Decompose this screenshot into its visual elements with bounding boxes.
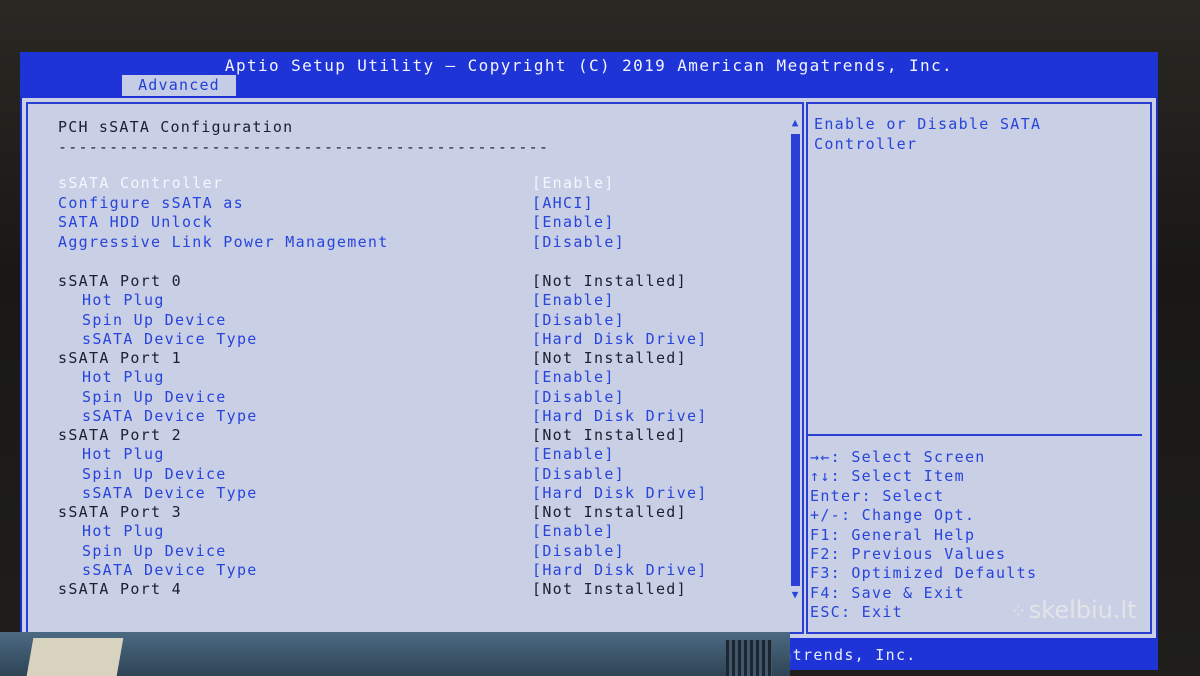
port-status-row: sSATA Port 1 [Not Installed]: [28, 349, 788, 368]
setting-label: sSATA Port 2: [58, 426, 182, 444]
setting-value[interactable]: [Enable]: [532, 174, 615, 192]
help-divider: [808, 434, 1142, 436]
setting-row[interactable]: sSATA Device Type [Hard Disk Drive]: [28, 407, 788, 426]
setting-value[interactable]: [Enable]: [532, 291, 615, 309]
setting-label: sSATA Device Type: [82, 407, 258, 425]
setting-value: [Not Installed]: [532, 426, 687, 444]
key-hint: F2: Previous Values: [810, 544, 1007, 563]
setting-value[interactable]: [Enable]: [532, 213, 615, 231]
setting-value[interactable]: [Disable]: [532, 542, 625, 560]
setting-value[interactable]: [AHCI]: [532, 194, 594, 212]
setting-label: Spin Up Device: [82, 311, 227, 329]
setting-value[interactable]: [Enable]: [532, 368, 615, 386]
setting-value: [Not Installed]: [532, 580, 687, 598]
setting-label: SATA HDD Unlock: [58, 213, 213, 231]
app-title: Aptio Setup Utility – Copyright (C) 2019…: [224, 56, 954, 75]
setting-row[interactable]: SATA HDD Unlock [Enable]: [28, 213, 788, 232]
setting-row[interactable]: sSATA Device Type [Hard Disk Drive]: [28, 561, 788, 580]
bios-screen: Aptio Setup Utility – Copyright (C) 2019…: [20, 52, 1158, 670]
setting-label: Hot Plug: [82, 445, 165, 463]
setting-row[interactable]: Hot Plug [Enable]: [28, 368, 788, 387]
setting-value[interactable]: [Disable]: [532, 311, 625, 329]
setting-value[interactable]: [Enable]: [532, 522, 615, 540]
setting-value[interactable]: [Hard Disk Drive]: [532, 484, 708, 502]
setting-row[interactable]: Hot Plug [Enable]: [28, 522, 788, 541]
key-hint: Enter: Select: [810, 486, 945, 505]
content-panel: PCH sSATA Configuration ----------------…: [22, 96, 1156, 638]
setting-value[interactable]: [Hard Disk Drive]: [532, 561, 708, 579]
port-status-row: sSATA Port 4 [Not Installed]: [28, 580, 788, 599]
setting-value[interactable]: [Enable]: [532, 445, 615, 463]
setting-label: Configure sSATA as: [58, 194, 244, 212]
port-status-row: sSATA Port 0 [Not Installed]: [28, 272, 788, 291]
key-hint: F1: General Help: [810, 525, 976, 544]
setting-row[interactable]: sSATA Device Type [Hard Disk Drive]: [28, 330, 788, 349]
setting-row[interactable]: Spin Up Device [Disable]: [28, 465, 788, 484]
settings-pane: PCH sSATA Configuration ----------------…: [26, 102, 804, 634]
title-divider: ----------------------------------------…: [58, 138, 550, 156]
scrollbar[interactable]: ▲ ▼: [788, 116, 802, 602]
setting-value[interactable]: [Disable]: [532, 465, 625, 483]
help-description: Enable or Disable SATA Controller: [814, 115, 1042, 153]
port-status-row: sSATA Port 3 [Not Installed]: [28, 503, 788, 522]
footer-copyright: gatrends, Inc.: [772, 646, 917, 664]
port-status-row: sSATA Port 2 [Not Installed]: [28, 426, 788, 445]
scroll-down-arrow-icon[interactable]: ▼: [788, 588, 802, 602]
setting-row[interactable]: Configure sSATA as [AHCI]: [28, 194, 788, 213]
setting-label: sSATA Port 4: [58, 580, 182, 598]
setting-row[interactable]: Hot Plug [Enable]: [28, 445, 788, 464]
watermark: ⁘ skelbiu.lt: [1010, 596, 1137, 624]
key-hint: +/-: Change Opt.: [810, 506, 976, 525]
setting-value[interactable]: [Hard Disk Drive]: [532, 407, 708, 425]
help-pane: Enable or Disable SATA Controller →←: Se…: [806, 102, 1152, 634]
setting-label: sSATA Controller: [58, 174, 224, 192]
scroll-up-arrow-icon[interactable]: ▲: [788, 116, 802, 130]
page-title: PCH sSATA Configuration: [58, 118, 294, 136]
setting-label: Hot Plug: [82, 368, 165, 386]
setting-label: sSATA Device Type: [82, 330, 258, 348]
setting-row[interactable]: Spin Up Device [Disable]: [28, 311, 788, 330]
setting-row[interactable]: Hot Plug [Enable]: [28, 291, 788, 310]
scroll-thumb[interactable]: [791, 134, 800, 586]
setting-value[interactable]: [Hard Disk Drive]: [532, 330, 708, 348]
server-vent: [726, 640, 772, 676]
setting-value[interactable]: [Disable]: [532, 388, 625, 406]
setting-value: [Not Installed]: [532, 349, 687, 367]
key-hint: F3: Optimized Defaults: [810, 564, 1038, 583]
title-bar: Aptio Setup Utility – Copyright (C) 2019…: [20, 52, 1158, 96]
setting-row[interactable]: sSATA Controller [Enable]: [28, 174, 788, 193]
setting-row[interactable]: Spin Up Device [Disable]: [28, 542, 788, 561]
key-hint: ↑↓: Select Item: [810, 467, 965, 486]
setting-label: sSATA Device Type: [82, 561, 258, 579]
setting-label: Hot Plug: [82, 291, 165, 309]
setting-label: Spin Up Device: [82, 388, 227, 406]
setting-label: sSATA Port 1: [58, 349, 182, 367]
setting-value[interactable]: [Disable]: [532, 233, 625, 251]
setting-row[interactable]: Aggressive Link Power Management [Disable…: [28, 233, 788, 252]
setting-row[interactable]: sSATA Device Type [Hard Disk Drive]: [28, 484, 788, 503]
setting-label: Spin Up Device: [82, 542, 227, 560]
watermark-dots-icon: ⁘: [1010, 599, 1027, 623]
setting-label: sSATA Port 3: [58, 503, 182, 521]
setting-value: [Not Installed]: [532, 503, 687, 521]
setting-label: Aggressive Link Power Management: [58, 233, 389, 251]
key-hint: →←: Select Screen: [810, 448, 986, 466]
setting-label: Hot Plug: [82, 522, 165, 540]
watermark-text: skelbiu.lt: [1028, 596, 1137, 624]
server-label-sticker: [26, 638, 124, 676]
setting-value: [Not Installed]: [532, 272, 687, 290]
setting-label: sSATA Device Type: [82, 484, 258, 502]
tab-advanced[interactable]: Advanced: [122, 75, 236, 96]
setting-label: sSATA Port 0: [58, 272, 182, 290]
setting-row[interactable]: Spin Up Device [Disable]: [28, 388, 788, 407]
setting-label: Spin Up Device: [82, 465, 227, 483]
